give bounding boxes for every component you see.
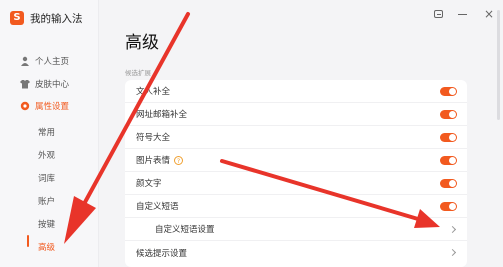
toggle-switch[interactable]	[440, 155, 457, 165]
sidebar-item-profile[interactable]: 个人主页	[20, 54, 69, 68]
page-title: 高级	[125, 33, 159, 53]
toggle-switch[interactable]	[440, 178, 457, 188]
setting-label: 图片表情?	[136, 154, 184, 166]
sidebar: S 我的输入法 个人主页 皮肤中心 属性设置 常用 外观 词库 账户 按键 高级	[0, 0, 99, 267]
chevron-right-icon	[448, 225, 457, 233]
shirt-icon	[20, 80, 30, 89]
setting-row: 颜文字	[125, 172, 467, 195]
setting-label: 文人补全	[136, 87, 171, 97]
sidebar-item-settings[interactable]: 属性设置	[20, 99, 69, 113]
setting-label-text: 图片表情	[136, 156, 171, 166]
sidebar-item-label: 属性设置	[35, 102, 70, 112]
window-controls: ×	[434, 8, 495, 20]
app-title: 我的输入法	[30, 12, 83, 25]
sidebar-subitem-dictionary[interactable]: 词库	[38, 172, 55, 184]
setting-label: 颜文字	[136, 179, 162, 189]
minimize-icon[interactable]	[457, 8, 469, 20]
section-label: 候选扩展	[125, 69, 151, 77]
main-content: × 高级 候选扩展 文人补全 网址邮箱补全 符号大全 图片表情? 颜文字 自定义…	[99, 0, 503, 267]
custom-phrase-settings-row[interactable]: 自定义短语设置	[125, 218, 467, 241]
setting-row: 自定义短语	[125, 195, 467, 218]
selection-indicator	[27, 235, 29, 247]
sidebar-subitem-advanced[interactable]: 高级	[38, 241, 55, 253]
settings-panel: 文人补全 网址邮箱补全 符号大全 图片表情? 颜文字 自定义短语 自定义短语设置	[125, 80, 467, 267]
setting-label: 网址邮箱补全	[136, 110, 188, 120]
chevron-right-icon	[448, 248, 457, 257]
sidebar-subitem-appearance[interactable]: 外观	[38, 149, 55, 161]
setting-label: 自定义短语设置	[155, 225, 215, 235]
sidebar-subitem-keys[interactable]: 按键	[38, 218, 55, 230]
setting-label: 候选提示设置	[136, 248, 188, 259]
help-icon[interactable]: ?	[174, 156, 184, 165]
setting-label: 符号大全	[136, 133, 171, 143]
sidebar-subitem-common[interactable]: 常用	[38, 126, 55, 138]
scrollbar[interactable]	[497, 10, 500, 120]
candidate-hint-settings-row[interactable]: 候选提示设置	[125, 241, 467, 264]
toggle-switch[interactable]	[440, 86, 457, 96]
sidebar-subitem-account[interactable]: 账户	[38, 195, 55, 207]
toggle-switch[interactable]	[440, 132, 457, 142]
menu-icon[interactable]	[434, 10, 443, 18]
toggle-switch[interactable]	[440, 201, 457, 211]
setting-row: 图片表情?	[125, 149, 467, 172]
gear-icon	[20, 101, 30, 111]
app-logo-icon: S	[10, 11, 24, 25]
sidebar-item-skins[interactable]: 皮肤中心	[20, 77, 69, 91]
toggle-switch[interactable]	[440, 109, 457, 119]
close-icon[interactable]: ×	[483, 8, 495, 20]
sidebar-item-label: 皮肤中心	[35, 80, 70, 90]
app-header: S 我的输入法	[10, 10, 83, 26]
setting-row: 网址邮箱补全	[125, 103, 467, 126]
setting-label: 自定义短语	[136, 202, 179, 212]
setting-row: 符号大全	[125, 126, 467, 149]
setting-row: 文人补全	[125, 80, 467, 103]
person-icon	[21, 56, 29, 66]
sidebar-item-label: 个人主页	[35, 57, 70, 67]
